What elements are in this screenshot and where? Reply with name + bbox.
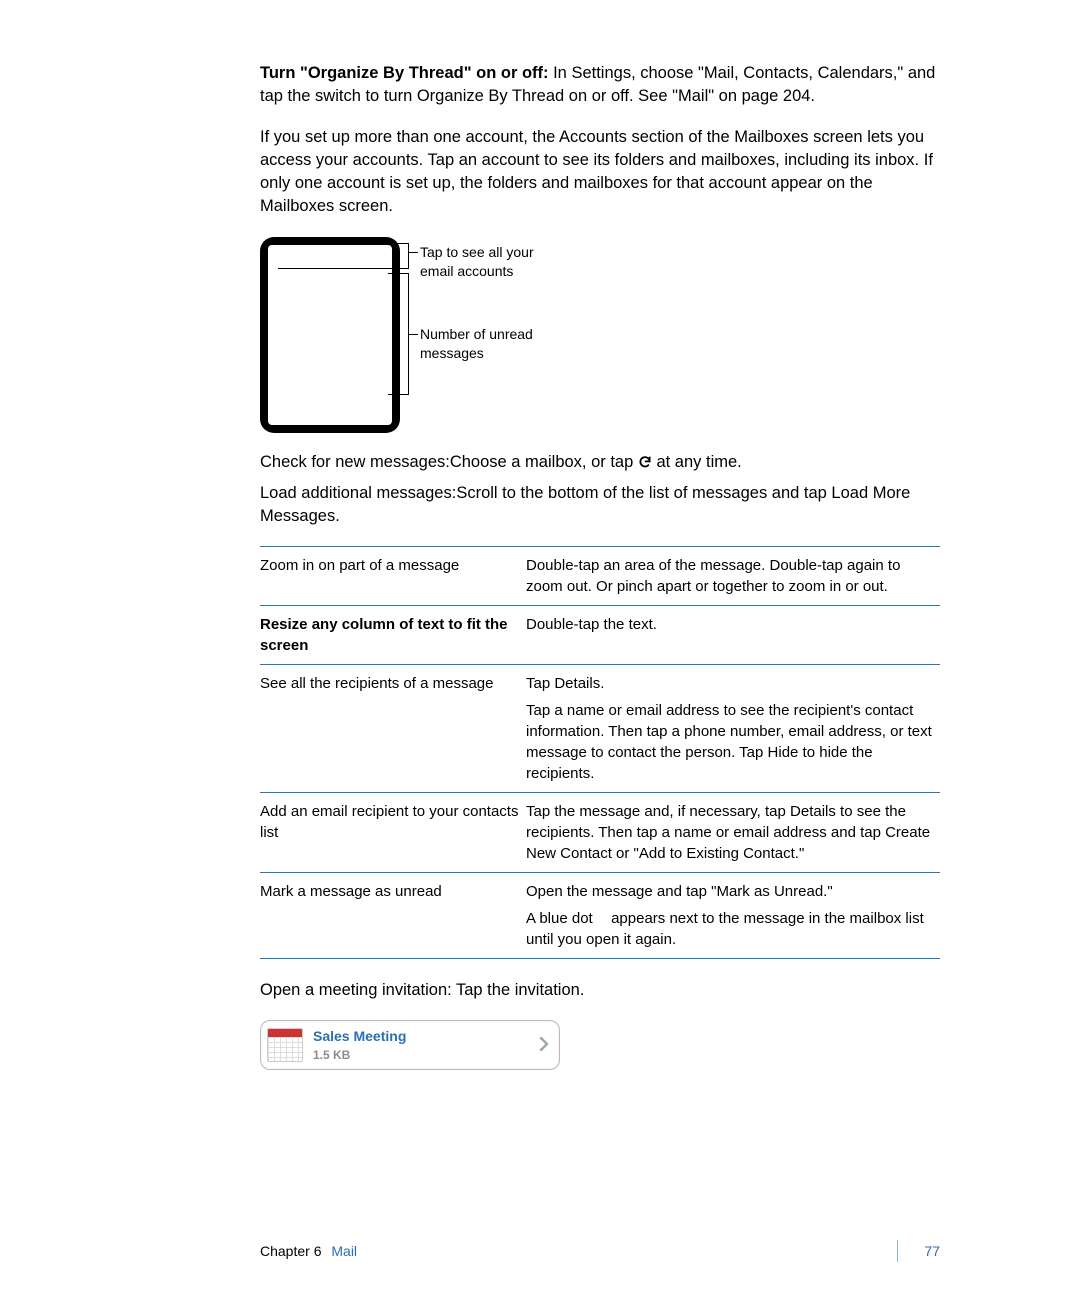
table-row: See all the recipients of a message Tap … [260, 664, 940, 792]
meeting-invitation-card[interactable]: Sales Meeting 1.5 KB [260, 1020, 560, 1070]
refresh-icon [638, 453, 652, 476]
invite-size: 1.5 KB [313, 1047, 539, 1064]
chevron-right-icon [539, 1033, 549, 1058]
cell-action: Add an email recipient to your contacts … [260, 792, 526, 872]
cell-action: Resize any column of text to fit the scr… [260, 605, 526, 664]
table-row: Add an email recipient to your contacts … [260, 792, 940, 872]
chapter-label: Chapter 6 [260, 1243, 321, 1259]
open-invitation: Open a meeting invitation: Tap the invit… [260, 979, 940, 1002]
bracket-accounts [278, 243, 409, 269]
cell-desc: Double-tap an area of the message. Doubl… [526, 546, 940, 605]
page-number: 77 [924, 1243, 940, 1259]
load-lead: Load additional messages: [260, 484, 456, 502]
paragraph-organize-thread: Turn "Organize By Thread" on or off: In … [260, 62, 940, 108]
cell-desc: Tap the message and, if necessary, tap D… [526, 792, 940, 872]
check-lead: Check for new messages: [260, 453, 450, 471]
paragraph-multi-account: If you set up more than one account, the… [260, 126, 940, 218]
device-diagram: Tap to see all your email accounts Numbe… [260, 237, 940, 433]
device-screen [268, 245, 392, 425]
cell-desc: Tap Details. Tap a name or email address… [526, 664, 940, 792]
table-row: Mark a message as unread Open the messag… [260, 872, 940, 958]
open-rest: Tap the invitation. [456, 981, 584, 999]
invite-title: Sales Meeting [313, 1027, 539, 1047]
page-footer: Chapter 6 Mail 77 [260, 1242, 940, 1262]
bracket-unread [388, 273, 409, 395]
calendar-icon [267, 1028, 303, 1062]
lead-bold: Turn "Organize By Thread" on or off: [260, 64, 549, 82]
open-lead: Open a meeting invitation: [260, 981, 452, 999]
check-rest-b: at any time. [652, 453, 742, 471]
cell-desc: Double-tap the text. [526, 605, 940, 664]
actions-table: Zoom in on part of a message Double-tap … [260, 546, 940, 959]
section-link[interactable]: Mail [331, 1243, 357, 1259]
cell-action: Zoom in on part of a message [260, 546, 526, 605]
callout-accounts: Tap to see all your email accounts [408, 243, 560, 282]
callout-unread: Number of unread messages [408, 325, 560, 364]
check-rest-a: Choose a mailbox, or tap [450, 453, 638, 471]
load-additional: Load additional messages:Scroll to the b… [260, 482, 940, 528]
cell-action: Mark a message as unread [260, 872, 526, 958]
cell-desc: Open the message and tap "Mark as Unread… [526, 872, 940, 958]
cell-action: See all the recipients of a message [260, 664, 526, 792]
table-row: Zoom in on part of a message Double-tap … [260, 546, 940, 605]
table-row: Resize any column of text to fit the scr… [260, 605, 940, 664]
check-new-messages: Check for new messages:Choose a mailbox,… [260, 451, 940, 476]
